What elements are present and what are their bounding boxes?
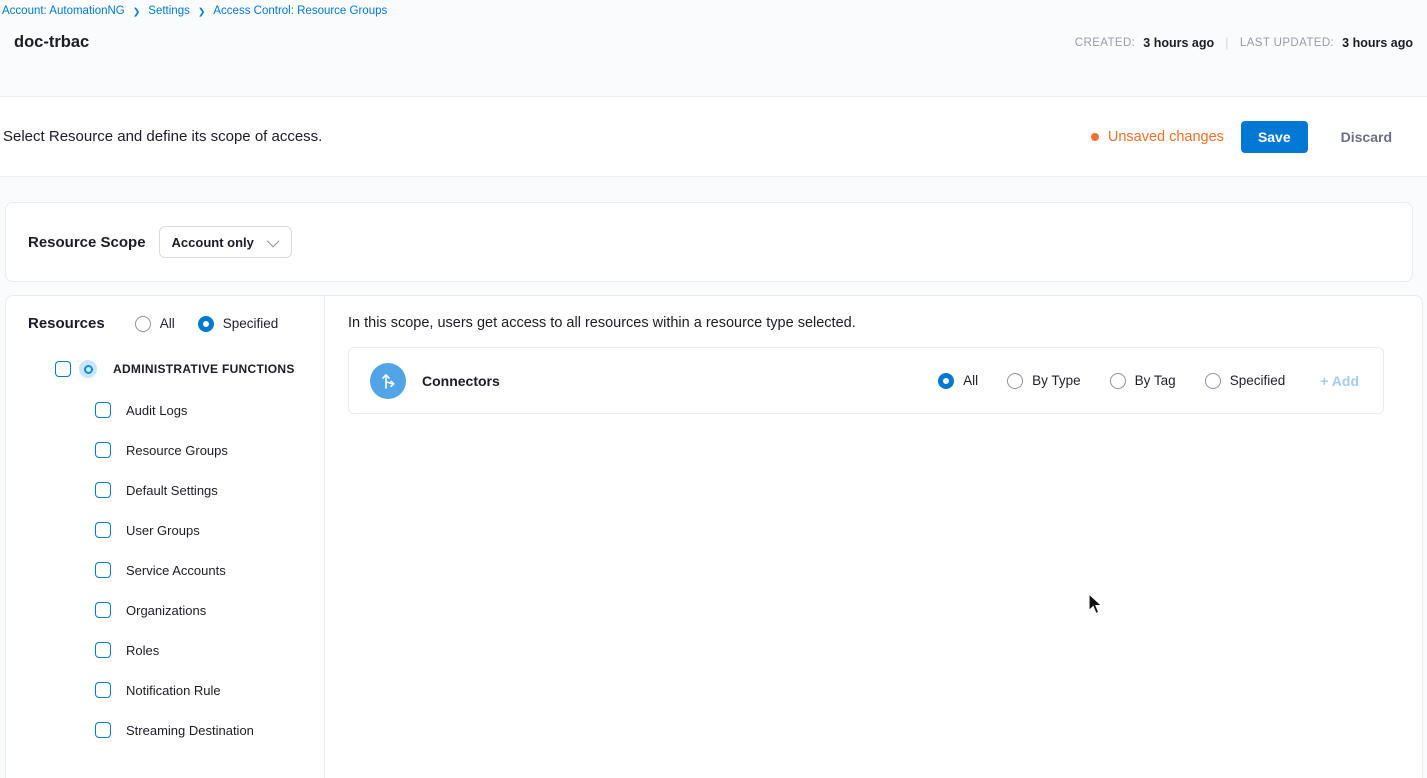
resources-card: Resources All Specified ADMINISTRATIVE F…	[5, 295, 1423, 778]
tree-item-organizations[interactable]: Organizations	[95, 602, 324, 618]
resources-header: Resources All Specified	[6, 315, 324, 332]
item-label: Streaming Destination	[126, 723, 254, 738]
resource-scope-dropdown[interactable]: Account only	[159, 226, 292, 258]
page-title: doc-trbac	[14, 33, 89, 52]
connectors-radio-group: All By Type By Tag Specified	[938, 373, 1285, 389]
tree-item-resource-groups[interactable]: Resource Groups	[95, 442, 324, 458]
radio-label: By Tag	[1135, 373, 1176, 388]
checkbox-resource-groups[interactable]	[95, 442, 111, 458]
tree-item-service-accounts[interactable]: Service Accounts	[95, 562, 324, 578]
tree-item-user-groups[interactable]: User Groups	[95, 522, 324, 538]
radio-label: All	[963, 373, 978, 388]
resource-scope-card: Resource Scope Account only	[5, 202, 1413, 282]
chevron-down-icon	[267, 234, 280, 247]
expand-state-icon[interactable]	[79, 360, 97, 378]
item-label: Default Settings	[126, 483, 218, 498]
checkbox-default-settings[interactable]	[95, 482, 111, 498]
scope-detail-panel: In this scope, users get access to all r…	[325, 296, 1422, 778]
add-resources-link[interactable]: + Add	[1320, 373, 1359, 389]
radio-selected-icon[interactable]	[198, 316, 214, 332]
tree-group-administrative-functions[interactable]: ADMINISTRATIVE FUNCTIONS	[55, 360, 324, 378]
tree-item-audit-logs[interactable]: Audit Logs	[95, 402, 324, 418]
connectors-resource-row: Connectors All By Type By Tag Specified	[348, 347, 1384, 414]
breadcrumb-chevron-icon: ❯	[133, 6, 141, 17]
unsaved-changes-indicator: Unsaved changes	[1091, 129, 1224, 145]
radio-label: Specified	[223, 316, 279, 331]
radio-icon[interactable]	[1007, 373, 1023, 389]
checkbox-service-accounts[interactable]	[95, 562, 111, 578]
last-updated-value: 3 hours ago	[1342, 36, 1413, 50]
item-label: Audit Logs	[126, 403, 187, 418]
page-header: Account: AutomationNG ❯ Settings ❯ Acces…	[0, 0, 1427, 97]
radio-connectors-by-type[interactable]: By Type	[1007, 373, 1081, 389]
tree-item-default-settings[interactable]: Default Settings	[95, 482, 324, 498]
created-value: 3 hours ago	[1143, 36, 1214, 50]
checkbox-notification-rule[interactable]	[95, 682, 111, 698]
checkbox-administrative-functions[interactable]	[55, 361, 71, 377]
resource-scope-selected-value: Account only	[172, 235, 254, 250]
item-label: Resource Groups	[126, 443, 228, 458]
checkbox-roles[interactable]	[95, 642, 111, 658]
meta-divider: |	[1222, 35, 1232, 50]
radio-resources-specified[interactable]: Specified	[198, 316, 279, 332]
breadcrumb-settings-link[interactable]: Settings	[148, 5, 190, 17]
item-label: User Groups	[126, 523, 200, 538]
resource-scope-label: Resource Scope	[28, 234, 146, 251]
item-label: Organizations	[126, 603, 206, 618]
group-label: ADMINISTRATIVE FUNCTIONS	[113, 362, 295, 376]
radio-connectors-by-tag[interactable]: By Tag	[1110, 373, 1176, 389]
tree-item-roles[interactable]: Roles	[95, 642, 324, 658]
item-label: Service Accounts	[126, 563, 226, 578]
scope-description: In this scope, users get access to all r…	[348, 315, 1384, 331]
title-row: doc-trbac CREATED: 3 hours ago | LAST UP…	[0, 17, 1427, 52]
tree-item-notification-rule[interactable]: Notification Rule	[95, 682, 324, 698]
radio-icon[interactable]	[135, 316, 151, 332]
breadcrumb-chevron-icon: ❯	[198, 6, 206, 17]
unsaved-dot-icon	[1091, 133, 1099, 141]
radio-selected-icon[interactable]	[938, 373, 954, 389]
checkbox-streaming-destination[interactable]	[95, 722, 111, 738]
radio-label: Specified	[1230, 373, 1286, 388]
expand-state-dot	[84, 365, 93, 374]
save-button[interactable]: Save	[1241, 121, 1308, 153]
action-toolbar: Select Resource and define its scope of …	[0, 97, 1427, 177]
radio-connectors-specified[interactable]: Specified	[1205, 373, 1286, 389]
checkbox-user-groups[interactable]	[95, 522, 111, 538]
unsaved-changes-label: Unsaved changes	[1108, 129, 1224, 145]
checkbox-audit-logs[interactable]	[95, 402, 111, 418]
resources-radio-group: All Specified	[135, 316, 279, 332]
tree-item-streaming-destination[interactable]: Streaming Destination	[95, 722, 324, 738]
meta-info: CREATED: 3 hours ago | LAST UPDATED: 3 h…	[1075, 35, 1413, 50]
discard-button[interactable]: Discard	[1335, 128, 1398, 146]
toolbar-actions: Unsaved changes Save Discard	[1091, 121, 1398, 153]
toolbar-description: Select Resource and define its scope of …	[3, 128, 322, 145]
connectors-icon	[370, 363, 406, 399]
last-updated-label: LAST UPDATED:	[1240, 37, 1334, 49]
item-label: Notification Rule	[126, 683, 221, 698]
radio-label: By Type	[1032, 373, 1081, 388]
connectors-label: Connectors	[422, 373, 500, 389]
radio-icon[interactable]	[1110, 373, 1126, 389]
breadcrumb-account-link[interactable]: Account: AutomationNG	[2, 5, 125, 17]
breadcrumb-resource-groups-link[interactable]: Access Control: Resource Groups	[213, 5, 387, 17]
radio-icon[interactable]	[1205, 373, 1221, 389]
radio-connectors-all[interactable]: All	[938, 373, 978, 389]
breadcrumb: Account: AutomationNG ❯ Settings ❯ Acces…	[0, 0, 1427, 17]
radio-label: All	[160, 316, 175, 331]
resources-title: Resources	[28, 315, 105, 332]
radio-resources-all[interactable]: All	[135, 316, 175, 332]
resources-panel: Resources All Specified ADMINISTRATIVE F…	[6, 296, 325, 778]
item-label: Roles	[126, 643, 159, 658]
checkbox-organizations[interactable]	[95, 602, 111, 618]
created-label: CREATED:	[1075, 37, 1136, 49]
